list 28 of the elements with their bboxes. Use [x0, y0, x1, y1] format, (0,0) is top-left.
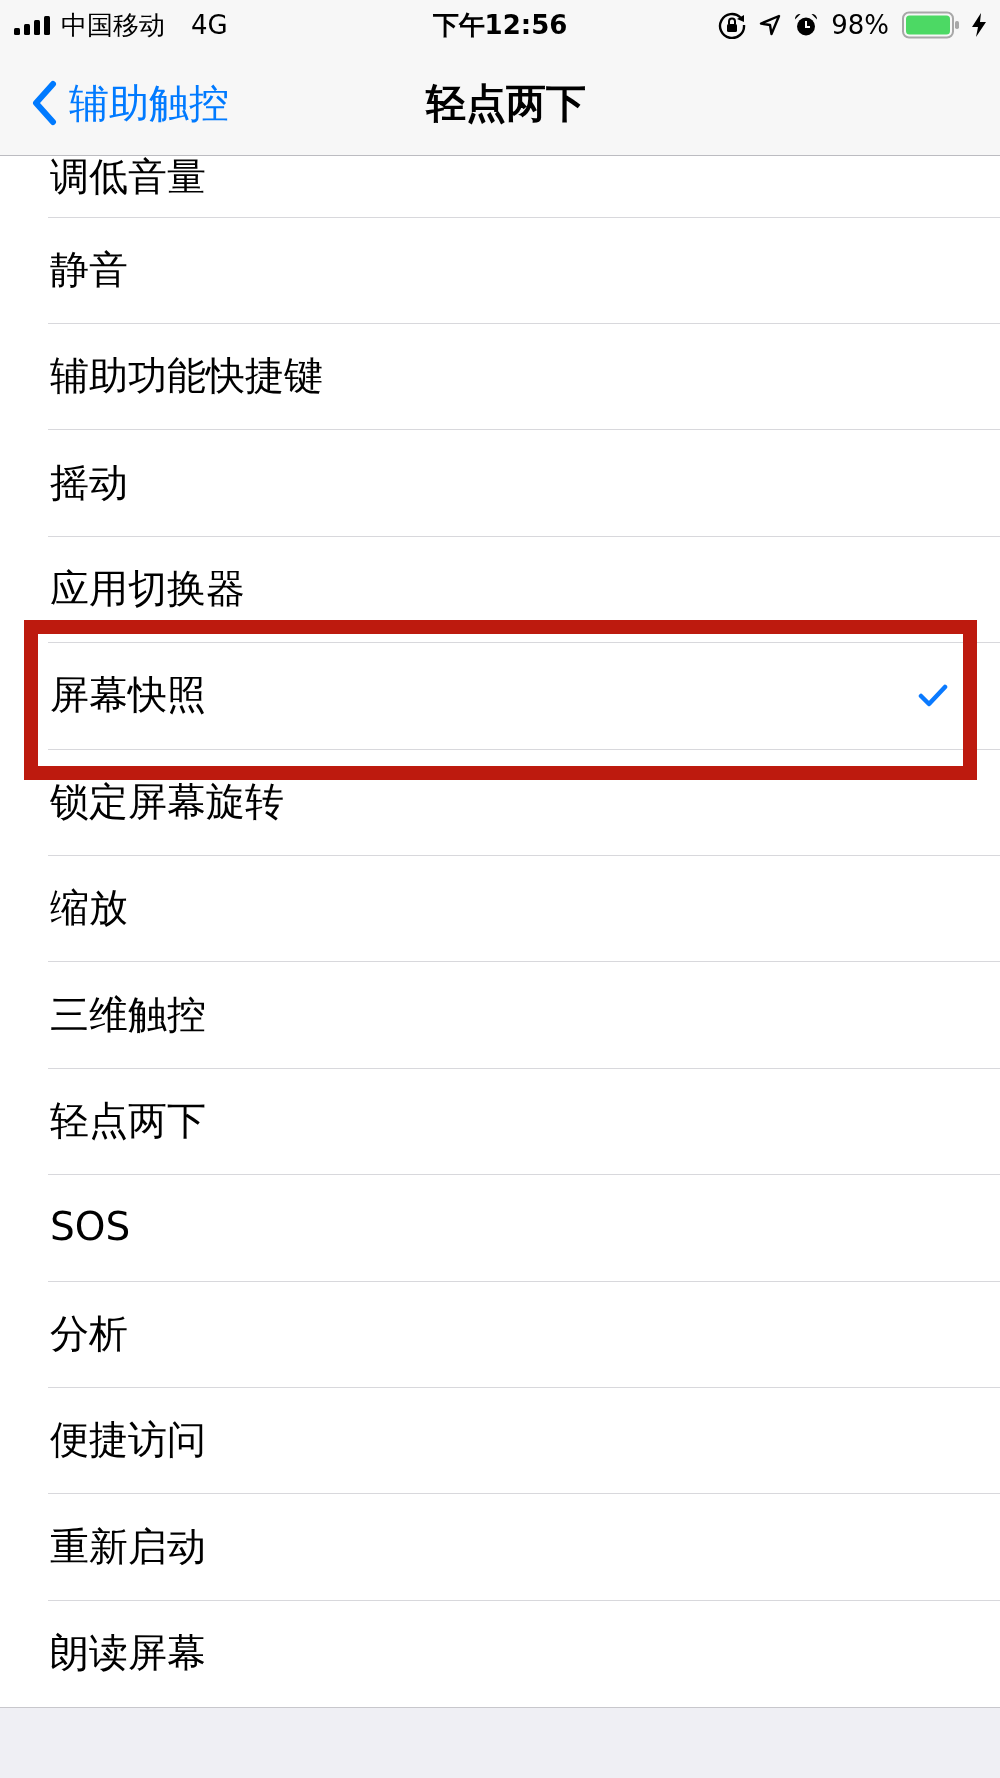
back-button[interactable]: 辅助触控 [31, 79, 229, 126]
charging-bolt-icon [972, 13, 986, 37]
option-item[interactable]: 辅助功能快捷键 [48, 324, 1000, 431]
carrier-name: 中国移动 [61, 12, 165, 38]
battery-icon [902, 11, 959, 39]
battery-percentage: 98% [831, 12, 889, 38]
page-title: 轻点两下 [425, 80, 586, 125]
chevron-left-icon [31, 79, 57, 126]
option-item[interactable]: 重新启动 [48, 1494, 1000, 1601]
option-item[interactable]: 便捷访问 [48, 1387, 1000, 1495]
option-item[interactable]: 调低音量 [48, 156, 1000, 218]
option-item[interactable]: 分析 [48, 1281, 1000, 1388]
orientation-lock-icon [718, 11, 747, 39]
option-item[interactable]: 轻点两下 [48, 1068, 1000, 1176]
alarm-clock-icon [794, 13, 819, 37]
option-item[interactable]: 应用切换器 [48, 536, 1000, 644]
clock-time: 下午12:56 [432, 12, 568, 38]
network-type: 4G [191, 12, 228, 38]
signal-icon [14, 15, 51, 35]
option-item[interactable]: 屏幕快照 [48, 643, 1000, 750]
option-item[interactable]: 三维触控 [48, 962, 1000, 1069]
option-item[interactable]: 静音 [48, 217, 1000, 324]
option-item[interactable]: 缩放 [48, 855, 1000, 963]
option-item[interactable]: SOS [48, 1175, 1000, 1282]
location-arrow-icon [759, 14, 782, 36]
option-item[interactable]: 朗读屏幕 [48, 1600, 1000, 1708]
option-item[interactable]: 锁定屏幕旋转 [48, 749, 1000, 856]
option-item[interactable]: 摇动 [48, 430, 1000, 537]
